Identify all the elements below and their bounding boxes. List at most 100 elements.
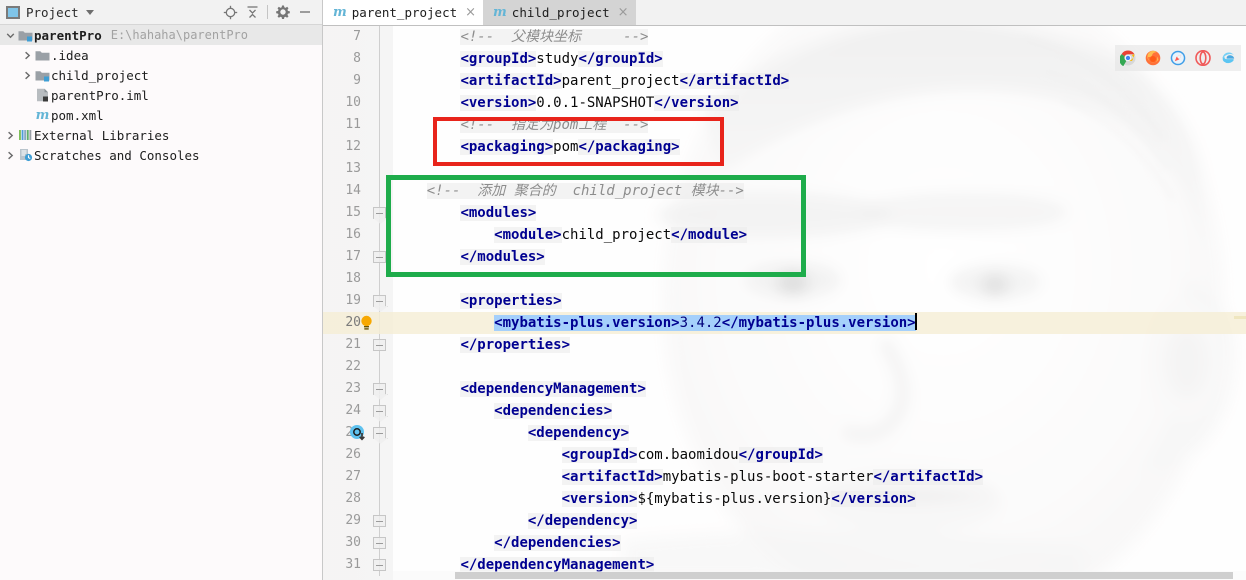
- code-text-area[interactable]: <!-- 父模块坐标 --> <groupId>study</groupId> …: [393, 26, 1246, 580]
- maven-reimport-icon[interactable]: [349, 424, 367, 446]
- gutter-row[interactable]: [350, 422, 393, 444]
- code-line[interactable]: <packaging>pom</packaging>: [393, 136, 1246, 158]
- gutter-row[interactable]: [365, 488, 393, 510]
- locate-icon[interactable]: [219, 1, 241, 23]
- chevron-down-icon[interactable]: [4, 31, 17, 40]
- tree-node-child-project[interactable]: child_project: [0, 65, 322, 85]
- safari-icon[interactable]: [1170, 50, 1186, 66]
- tree-node-pom-xml[interactable]: m pom.xml: [0, 105, 322, 125]
- code-line[interactable]: [393, 356, 1246, 378]
- hide-panel-icon[interactable]: [294, 1, 316, 23]
- gutter-row[interactable]: [365, 378, 393, 400]
- code-line[interactable]: <version>${mybatis-plus.version}</versio…: [393, 488, 1246, 510]
- gutter-row[interactable]: [365, 444, 393, 466]
- gutter-row[interactable]: [365, 400, 393, 422]
- gutter-row[interactable]: [361, 312, 393, 334]
- fold-collapse-icon[interactable]: [373, 251, 386, 263]
- gutter-row[interactable]: [365, 114, 393, 136]
- gutter-row[interactable]: [365, 92, 393, 114]
- code-line[interactable]: <!-- 指定为pom工程 -->: [393, 114, 1246, 136]
- fold-collapse-icon[interactable]: [373, 295, 386, 307]
- editor-marker-bar[interactable]: [1234, 26, 1246, 571]
- code-line[interactable]: <mybatis-plus.version>3.4.2</mybatis-plu…: [393, 312, 1246, 334]
- editor-tab-parent-project[interactable]: m parent_project ×: [323, 0, 484, 25]
- fold-collapse-icon[interactable]: [373, 427, 386, 439]
- code-line[interactable]: </dependencies>: [393, 532, 1246, 554]
- gutter-row[interactable]: [365, 48, 393, 70]
- code-line[interactable]: <groupId>com.baomidou</groupId>: [393, 444, 1246, 466]
- opera-icon[interactable]: [1195, 50, 1211, 66]
- gutter-row[interactable]: [365, 224, 393, 246]
- gutter-row[interactable]: [365, 554, 393, 576]
- gutter-row[interactable]: [365, 26, 393, 48]
- fold-collapse-icon[interactable]: [373, 207, 386, 219]
- code-line[interactable]: [393, 158, 1246, 180]
- gutter-row[interactable]: [365, 70, 393, 92]
- fold-and-icon-column[interactable]: [350, 26, 393, 576]
- tree-node--idea[interactable]: .idea: [0, 45, 322, 65]
- collapse-all-icon[interactable]: [241, 1, 263, 23]
- editor-tab-label: parent_project: [351, 4, 458, 20]
- gutter-row[interactable]: [365, 268, 393, 290]
- project-tree[interactable]: parentPro E:\hahaha\parentPro .idea child_p…: [0, 25, 322, 165]
- fold-collapse-icon[interactable]: [373, 339, 386, 351]
- close-icon[interactable]: ×: [465, 6, 476, 19]
- code-line[interactable]: </properties>: [393, 334, 1246, 356]
- fold-collapse-icon[interactable]: [373, 559, 386, 571]
- gutter-row[interactable]: [365, 334, 393, 356]
- code-line[interactable]: <dependencyManagement>: [393, 378, 1246, 400]
- code-line[interactable]: <version>0.0.1-SNAPSHOT</version>: [393, 92, 1246, 114]
- code-line[interactable]: </modules>: [393, 246, 1246, 268]
- code-line[interactable]: [393, 268, 1246, 290]
- fold-collapse-icon[interactable]: [373, 383, 386, 395]
- settings-gear-icon[interactable]: [272, 1, 294, 23]
- editor-gutter[interactable]: 7891011121314151617181920212223242526272…: [323, 26, 393, 580]
- chrome-icon[interactable]: [1120, 50, 1136, 66]
- editor-body[interactable]: 7891011121314151617181920212223242526272…: [323, 26, 1246, 580]
- tree-node-external-libraries[interactable]: External Libraries: [0, 125, 322, 145]
- chevron-right-icon[interactable]: [21, 71, 34, 80]
- horizontal-scrollbar[interactable]: [393, 571, 1246, 580]
- code-line[interactable]: <dependencies>: [393, 400, 1246, 422]
- gutter-row[interactable]: [365, 532, 393, 554]
- gutter-row[interactable]: [365, 466, 393, 488]
- module-folder-icon: [17, 28, 34, 42]
- gutter-row[interactable]: [365, 356, 393, 378]
- fold-collapse-icon[interactable]: [373, 515, 386, 527]
- fold-collapse-icon[interactable]: [373, 405, 386, 417]
- code-line[interactable]: <artifactId>mybatis-plus-boot-starter</a…: [393, 466, 1246, 488]
- chevron-down-icon[interactable]: [85, 9, 94, 15]
- chevron-right-icon[interactable]: [4, 151, 17, 160]
- chevron-right-icon[interactable]: [21, 51, 34, 60]
- tree-node-scratches-and-consoles[interactable]: Scratches and Consoles: [0, 145, 322, 165]
- gutter-row[interactable]: [365, 202, 393, 224]
- code-line[interactable]: <properties>: [393, 290, 1246, 312]
- iml-file-icon: [34, 88, 51, 102]
- chevron-right-icon[interactable]: [4, 131, 17, 140]
- code-line[interactable]: <modules>: [393, 202, 1246, 224]
- close-icon[interactable]: ×: [618, 6, 629, 19]
- editor-tab-child-project[interactable]: m child_project ×: [483, 0, 636, 25]
- gutter-row[interactable]: [365, 136, 393, 158]
- gutter-row[interactable]: [365, 158, 393, 180]
- code-line[interactable]: <dependency>: [393, 422, 1246, 444]
- firefox-icon[interactable]: [1145, 50, 1161, 66]
- fold-collapse-icon[interactable]: [373, 537, 386, 549]
- code-line[interactable]: <artifactId>parent_project</artifactId>: [393, 70, 1246, 92]
- code-line[interactable]: <!-- 添加 聚合的 child_project 模块-->: [393, 180, 1246, 202]
- tree-node-parentpro-iml[interactable]: parentPro.iml: [0, 85, 322, 105]
- editor-tab-bar[interactable]: m parent_project × m child_project ×: [323, 0, 1246, 26]
- tree-node-parentpro[interactable]: parentPro E:\hahaha\parentPro: [0, 25, 322, 45]
- line-number: 8: [353, 51, 361, 66]
- gutter-row[interactable]: [365, 180, 393, 202]
- gutter-row[interactable]: [365, 510, 393, 532]
- gutter-row[interactable]: [365, 246, 393, 268]
- intention-bulb-icon[interactable]: [359, 315, 374, 335]
- gutter-row[interactable]: [365, 290, 393, 312]
- code-line[interactable]: </dependency>: [393, 510, 1246, 532]
- code-line[interactable]: <module>child_project</module>: [393, 224, 1246, 246]
- browser-run-toolbar[interactable]: [1115, 45, 1241, 71]
- horizontal-scrollbar-thumb[interactable]: [455, 572, 1233, 579]
